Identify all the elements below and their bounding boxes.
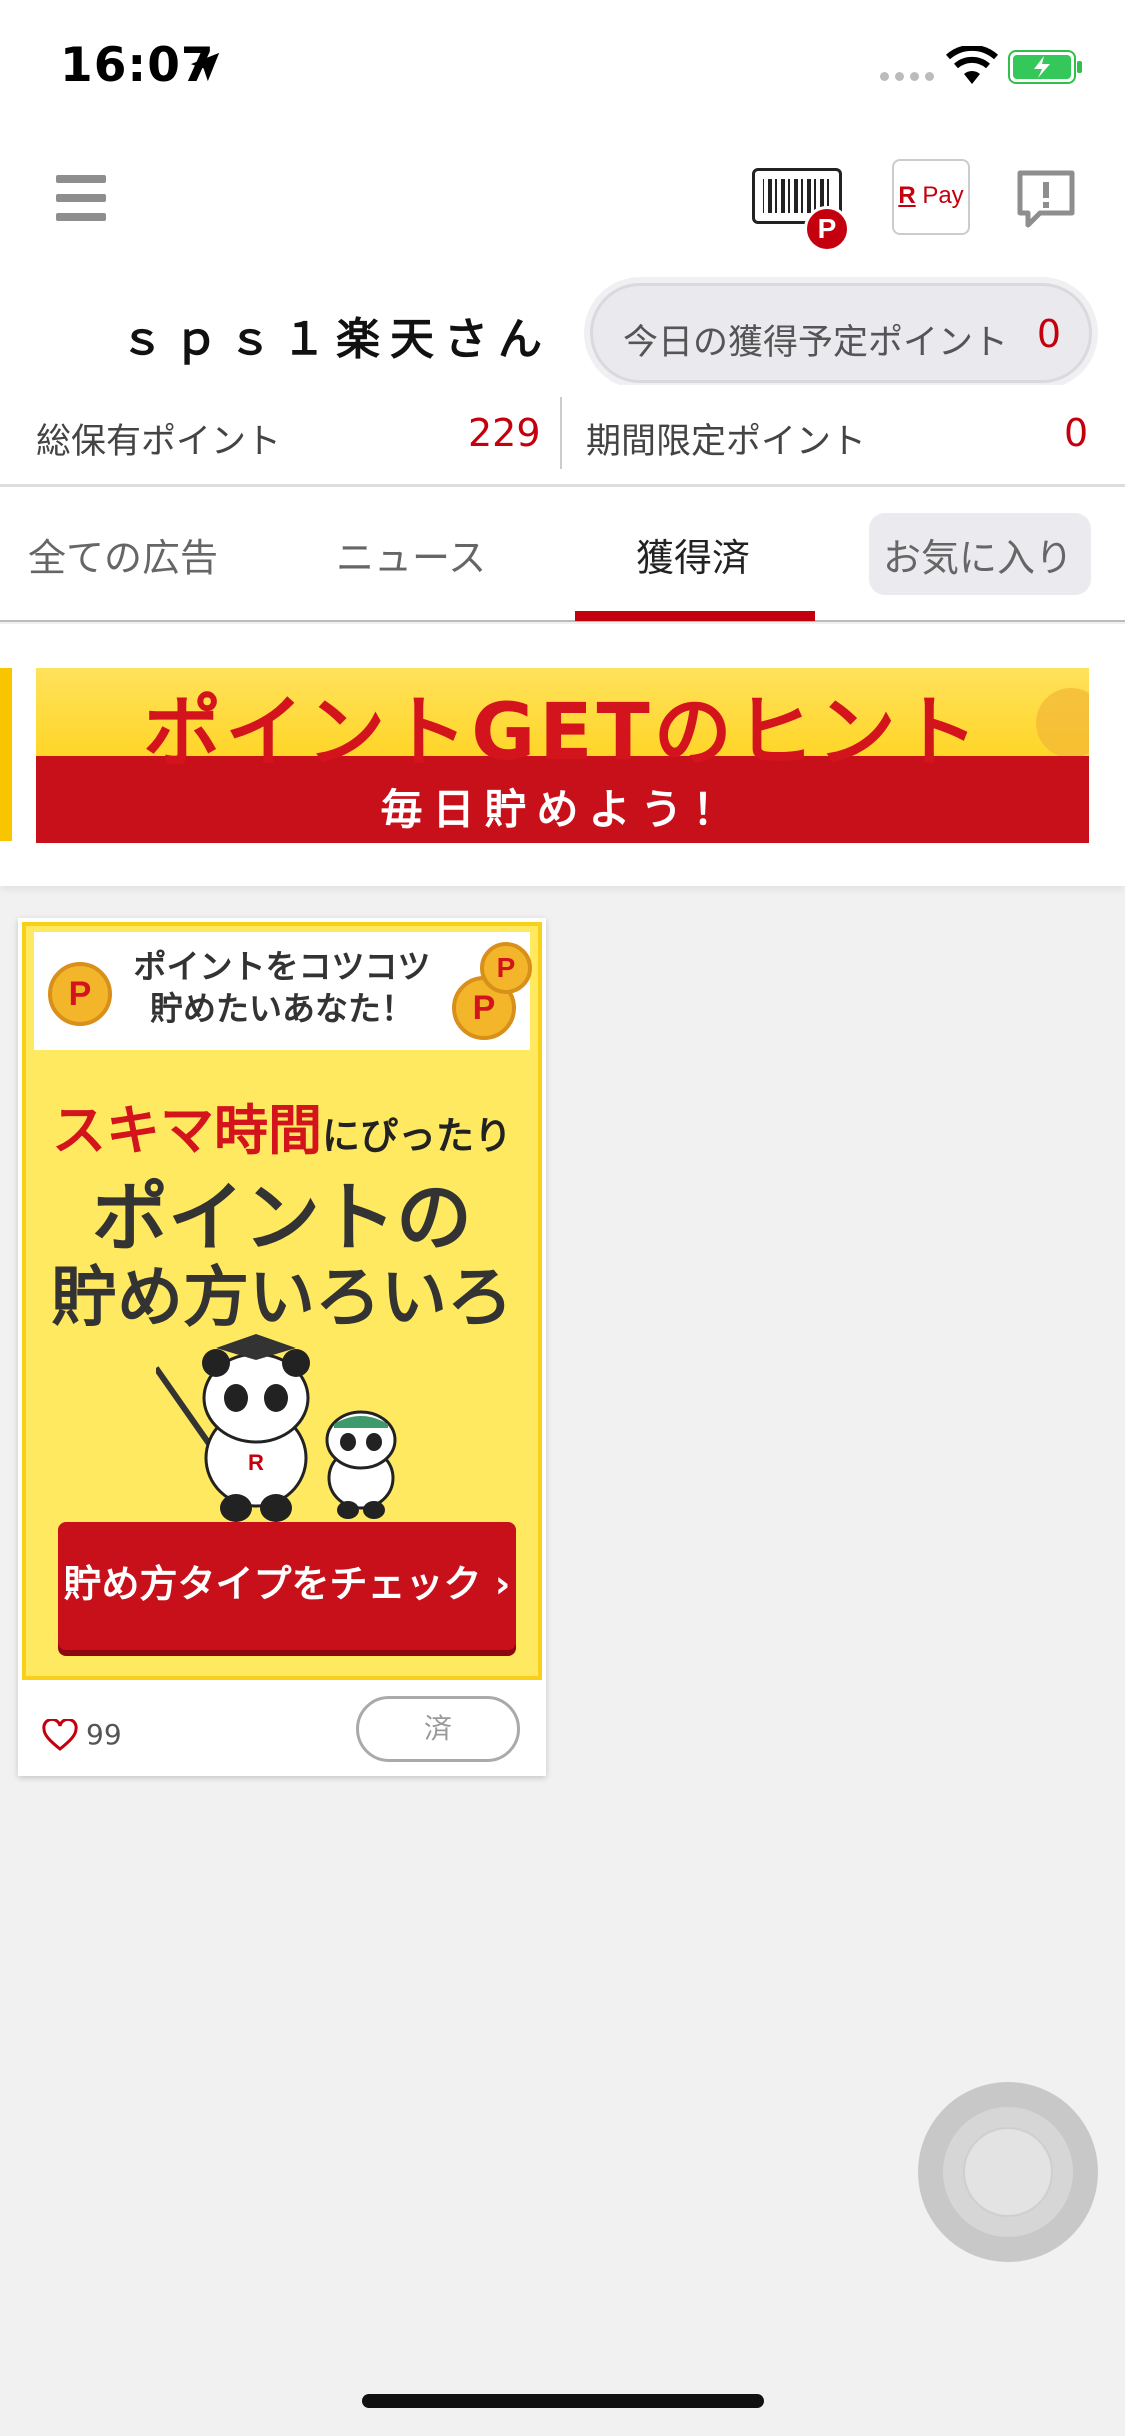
svg-text:R: R [248,1450,264,1475]
tab-bar: 全ての広告 ニュース 獲得済 お気に入り [0,487,1125,622]
previous-banner-edge[interactable] [0,668,12,841]
tab-news[interactable]: ニュース [336,527,486,582]
limited-points-label: 期間限定ポイント [586,422,867,462]
floating-button-core [963,2127,1053,2217]
point-badge: P [804,206,850,252]
ad-headline-rest: にぴったり [321,1114,512,1158]
tab-favorites[interactable]: お気に入り [869,513,1091,595]
limited-points-value: 0 [1064,411,1089,455]
today-points-pill[interactable]: 今日の獲得予定ポイント 0 [590,283,1092,383]
ad-headline-red: スキマ時間 [51,1099,322,1162]
cellular-signal-icon [880,72,934,81]
battery-icon [1008,50,1082,84]
banner-subtitle: 毎日貯めよう！ [380,785,745,834]
like-count: 99 [86,1718,122,1751]
location-arrow-icon [190,52,220,82]
ad-card[interactable]: P P P ポイントをコツコツ 貯めたいあなた！ スキマ時間にぴったり ポイント… [18,918,546,1776]
total-points-value: 229 [468,411,541,455]
hamburger-menu-icon[interactable] [56,175,106,221]
earned-status-badge: 済 [356,1696,520,1762]
tab-favorites-label: お気に入り [883,536,1074,580]
ad-top-line1: ポイントをコツコツ [133,947,431,986]
ad-cta-button[interactable]: 貯め方タイプをチェック › [58,1522,516,1650]
like-button[interactable]: 99 [42,1718,122,1751]
points-summary: 総保有ポイント 229 期間限定ポイント 0 [0,385,1125,487]
wifi-icon [946,46,998,84]
ad-top-text: ポイントをコツコツ 貯めたいあなた！ [34,946,530,1030]
today-points-label: 今日の獲得予定ポイント [623,323,1009,363]
total-points-label: 総保有ポイント [36,422,282,462]
rpay-pay-text: Pay [922,182,964,209]
home-indicator[interactable] [362,2394,764,2408]
panda-mascot-illustration: R [156,1334,397,1522]
user-info-row: ｓｐｓ１楽天さん 今日の獲得予定ポイント 0 [0,275,1125,385]
user-name: ｓｐｓ１楽天さん [120,314,552,365]
ad-headline-1: スキマ時間にぴったり [26,1086,538,1165]
active-tab-indicator [575,611,815,621]
banner-area: ポイントGETのヒント 毎日貯めよう！ [0,624,1125,886]
rpay-r-logo: R [898,182,916,209]
ad-image[interactable]: P P P ポイントをコツコツ 貯めたいあなた！ スキマ時間にぴったり ポイント… [22,922,542,1680]
rakuten-pay-button[interactable]: R Pay [892,159,970,235]
ad-headline-3: 貯め方いろいろ [51,1259,513,1336]
ad-top-line2: 貯めたいあなた！ [150,989,414,1028]
ad-top-box: P P P ポイントをコツコツ 貯めたいあなた！ [34,932,532,1050]
tab-earned[interactable]: 獲得済 [636,527,750,582]
points-divider [560,397,562,469]
status-bar: 16:07 [0,0,1125,135]
feedback-icon[interactable] [1016,169,1076,231]
heart-icon [42,1718,78,1751]
app-header: P R Pay [0,135,1125,275]
today-points-value: 0 [1036,312,1061,356]
tab-all-ads[interactable]: 全ての広告 [28,527,218,582]
banner-title: ポイントGETのヒント [143,688,982,778]
hint-banner[interactable]: ポイントGETのヒント 毎日貯めよう！ [36,668,1089,843]
floating-assistive-button[interactable] [918,2082,1098,2262]
point-card-barcode-button[interactable]: P [752,160,852,252]
